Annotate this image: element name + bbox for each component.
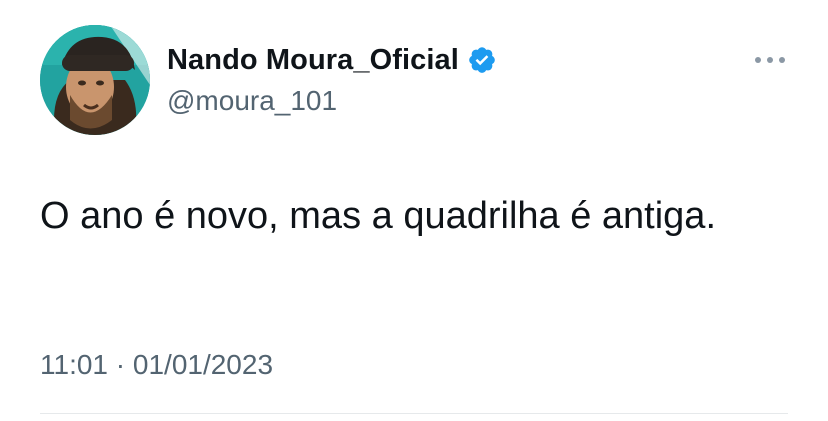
tweet-time: 11:01 xyxy=(40,349,108,380)
tweet-timestamp[interactable]: 11:01 · 01/01/2023 xyxy=(40,349,273,381)
author-handle[interactable]: @moura_101 xyxy=(167,85,337,117)
verified-badge-icon xyxy=(467,45,497,75)
tweet-text: O ano é novo, mas a quadrilha é antiga. xyxy=(40,195,717,237)
tweet-date: 01/01/2023 xyxy=(132,349,274,380)
tweet-card: Nando Moura_Oficial @moura_101 O ano é n… xyxy=(0,0,828,421)
timestamp-separator: · xyxy=(108,349,133,380)
avatar[interactable] xyxy=(40,25,150,135)
display-name[interactable]: Nando Moura_Oficial xyxy=(167,44,459,77)
author-name-row: Nando Moura_Oficial xyxy=(167,40,497,80)
divider xyxy=(40,413,788,414)
avatar-photo-icon xyxy=(40,25,150,135)
more-options-icon xyxy=(755,57,785,63)
more-options-button[interactable] xyxy=(746,42,794,78)
